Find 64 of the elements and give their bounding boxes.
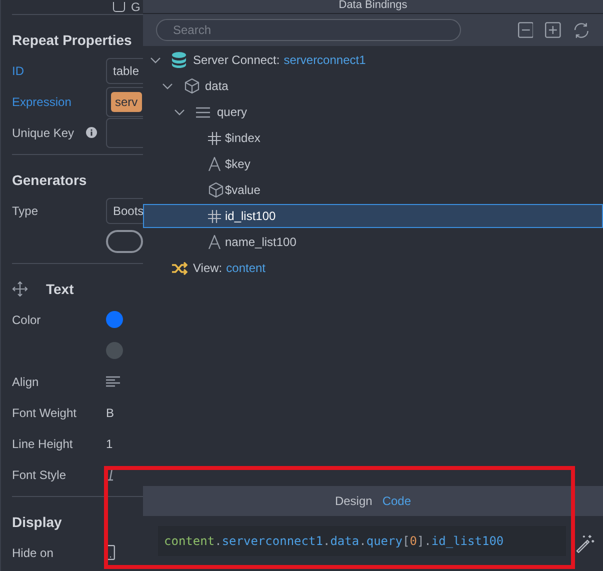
tree-label: name_list100 (225, 235, 296, 249)
section-title: Generators (12, 172, 87, 188)
chevron-icon[interactable] (162, 82, 173, 90)
search-field[interactable]: Search (156, 19, 461, 41)
tree-label: query (217, 105, 248, 119)
property-label: Type (12, 204, 38, 218)
property-label: Font Style (12, 468, 66, 482)
checkbox-label: G (131, 2, 140, 12)
cube-icon (184, 78, 200, 94)
mode-tab[interactable]: Design (334, 494, 372, 508)
section-title: Display (12, 514, 62, 530)
expand-icon[interactable] (545, 22, 562, 38)
tree-label: $key (225, 157, 250, 171)
section-title: Text (46, 281, 74, 297)
database-icon (172, 52, 186, 68)
list-icon (196, 106, 210, 118)
tree-item[interactable]: View: content (143, 256, 603, 280)
tree-label: id_list100 (225, 209, 276, 223)
hash-icon (208, 210, 221, 222)
property-label: Font Weight (12, 406, 76, 420)
tree-item[interactable]: data (143, 74, 603, 98)
checkbox[interactable] (113, 2, 125, 12)
align-left-icon[interactable] (106, 376, 120, 387)
chevron-icon[interactable] (150, 56, 161, 64)
tree-item[interactable]: query (143, 100, 603, 124)
letter-icon (208, 157, 221, 171)
property-label: Line Height (12, 436, 73, 450)
tree-item[interactable]: $key (143, 152, 603, 176)
collapse-icon[interactable] (518, 22, 534, 38)
hash-icon (208, 132, 221, 144)
chevron-icon[interactable] (174, 108, 185, 116)
magic-wand-icon[interactable] (576, 534, 595, 553)
tree-item[interactable]: $index (143, 126, 603, 150)
italic-icon[interactable] (106, 468, 116, 481)
tree-item[interactable]: name_list100 (143, 230, 603, 254)
code-editor[interactable]: content.serverconnect1.data.query[0].id_list100 (158, 526, 566, 556)
tree-item[interactable]: $value (143, 178, 603, 202)
info-icon (86, 127, 98, 138)
option-text[interactable]: 1 (106, 436, 113, 450)
color-dot[interactable] (106, 342, 123, 359)
refresh-icon[interactable] (573, 22, 590, 38)
shuffle-icon (172, 262, 188, 274)
property-label: Hide on (12, 546, 54, 560)
expression-tag: serv (111, 92, 142, 112)
tree-label: View: content (193, 261, 266, 275)
property-label: Align (12, 374, 39, 388)
color-dot[interactable] (106, 311, 123, 328)
dialog-title: Data Bindings (143, 0, 603, 14)
property-label: Unique Key (12, 126, 74, 140)
tree-item[interactable]: Server Connect: serverconnect1 (143, 48, 603, 72)
property-label: ID (12, 64, 24, 78)
cube-icon (208, 182, 224, 198)
tree-label: $value (225, 183, 260, 197)
property-label: Color (12, 312, 41, 326)
tree-label: Server Connect: serverconnect1 (193, 53, 366, 67)
tree-item[interactable]: id_list100 (143, 204, 603, 228)
option-text[interactable]: B (106, 406, 114, 420)
phone-icon[interactable] (106, 545, 115, 560)
tree-label: $index (225, 131, 260, 145)
section-title: Repeat Properties (12, 32, 132, 48)
property-label: Expression (12, 94, 72, 108)
letter-icon (208, 235, 221, 249)
mode-tab[interactable]: Code (382, 494, 412, 508)
tree-label: data (205, 79, 228, 93)
